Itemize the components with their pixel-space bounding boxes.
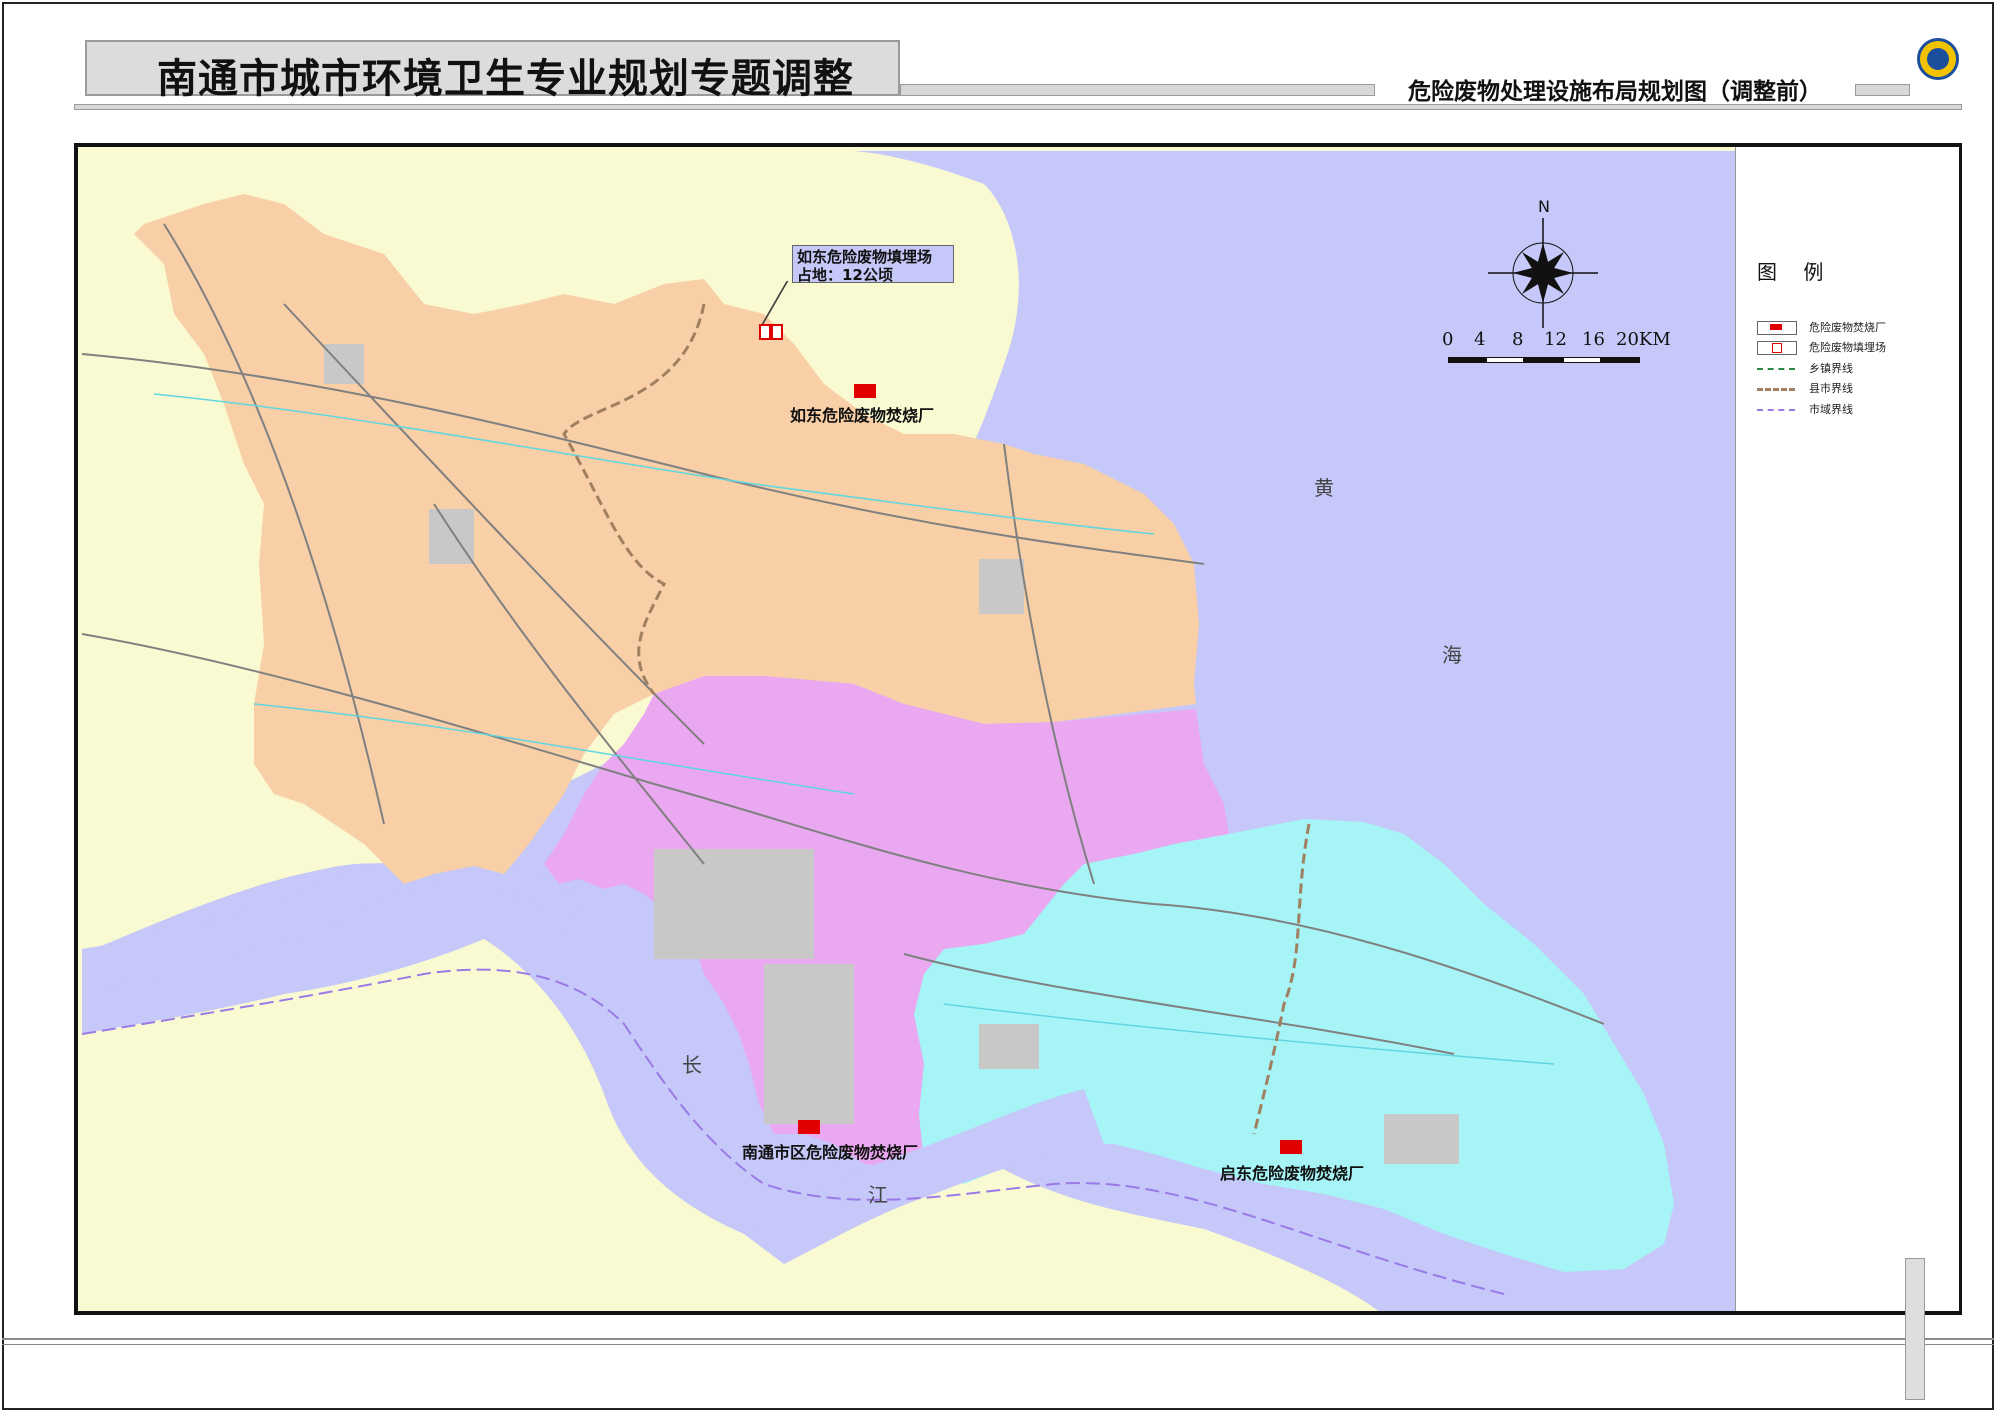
landfill-area: 占地：12公顷 <box>797 266 893 284</box>
scale-tick-8: 8 <box>1512 329 1524 350</box>
sea-label-huang: 黄 <box>1314 476 1334 500</box>
legend-title: 图 例 <box>1757 260 1834 284</box>
river-label-chang: 长 <box>682 1053 702 1077</box>
legend-label-landfill: 危险废物填埋场 <box>1809 341 1886 354</box>
scale-tick-12: 12 <box>1544 329 1567 350</box>
scale-tick-16: 16 <box>1582 329 1605 350</box>
river-label-jiang: 江 <box>868 1183 888 1207</box>
rudong-incinerator-label: 如东危险废物焚烧厂 <box>790 406 935 425</box>
map-canvas <box>81 151 1739 1311</box>
nantong-incinerator-label: 南通市区危险废物焚烧厂 <box>742 1143 919 1162</box>
emblem-logo <box>1917 38 1959 80</box>
qidong-incinerator-icon[interactable] <box>1280 1140 1302 1154</box>
landfill-label-box: 如东危险废物填埋场 占地：12公顷 <box>792 245 954 284</box>
qidong-incinerator-label: 启东危险废物焚烧厂 <box>1220 1164 1365 1183</box>
page-title: 南通市城市环境卫生专业规划专题调整 <box>157 56 854 102</box>
urban-nantong-core <box>654 849 814 959</box>
compass-rose-icon <box>1488 218 1598 328</box>
legend-label-city-boundary: 市域界线 <box>1809 403 1853 416</box>
header-bar-middle <box>900 84 1375 96</box>
urban-haimen <box>979 1024 1039 1069</box>
urban-rudong <box>979 559 1024 614</box>
rudong-incinerator-icon[interactable] <box>854 384 876 398</box>
sea-label-hai: 海 <box>1442 643 1462 667</box>
scale-bar: 0 4 8 12 16 20KM <box>1442 329 1671 387</box>
vertical-scrollbar[interactable] <box>1905 1258 1925 1400</box>
legend-label-town-boundary: 乡镇界线 <box>1809 362 1853 375</box>
map-subtitle: 危险废物处理设施布局规划图（调整前） <box>1408 79 1822 105</box>
scale-tick-20km: 20KM <box>1616 329 1671 350</box>
legend-label-county-boundary: 县市界线 <box>1809 382 1853 395</box>
footer-rule-bottom <box>2 1344 1994 1345</box>
title-box: 南通市城市环境卫生专业规划专题调整 <box>85 40 900 102</box>
scale-tick-0: 0 <box>1442 329 1454 350</box>
urban-haian <box>324 344 364 384</box>
footer-rule-top <box>2 1338 1994 1340</box>
nantong-incinerator-icon[interactable] <box>798 1120 820 1134</box>
scale-tick-4: 4 <box>1474 329 1486 350</box>
urban-qidong <box>1384 1114 1459 1164</box>
landfill-icon[interactable] <box>759 324 783 340</box>
legend-label-incinerator: 危险废物焚烧厂 <box>1809 321 1886 334</box>
header-bar-right <box>1855 84 1910 96</box>
urban-nantong-south <box>764 964 854 1124</box>
map-area[interactable]: 如东危险废物填埋场 占地：12公顷 如东危险废物焚烧厂 南通市区危险废物焚烧厂 … <box>74 143 1962 1315</box>
